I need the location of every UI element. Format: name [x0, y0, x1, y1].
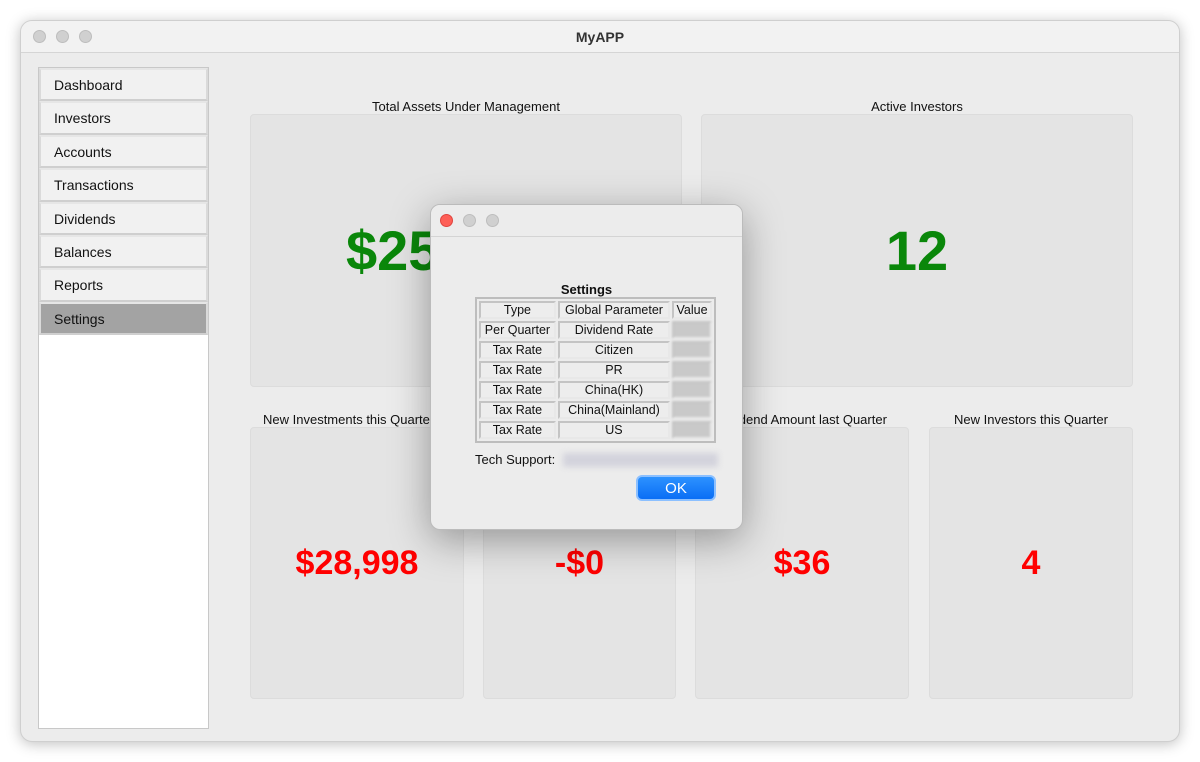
cell-parameter: US [557, 421, 671, 439]
cell-type: Tax Rate [479, 361, 556, 379]
sidebar-item-settings[interactable]: Settings [39, 301, 208, 336]
sidebar-item-balances[interactable]: Balances [39, 234, 208, 269]
total-assets-value: $25 [346, 219, 440, 282]
ok-button[interactable]: OK [636, 475, 716, 501]
tech-support-label: Tech Support: [475, 452, 556, 467]
new-investments-value: $28,998 [295, 543, 419, 582]
settings-table: Type Global Parameter Value Per Quarter D… [475, 297, 716, 443]
cell-parameter: China(Mainland) [557, 401, 671, 419]
cell-value-redacted[interactable] [672, 361, 712, 379]
new-investors-card: 4 [929, 427, 1133, 699]
sidebar-item-dashboard[interactable]: Dashboard [39, 68, 208, 102]
active-investors-card: 12 [701, 114, 1133, 387]
dialog-title-bar [431, 205, 742, 237]
new-investors-label: New Investors this Quarter [954, 412, 1108, 427]
dialog-zoom-button[interactable] [486, 214, 499, 227]
sidebar-item-dividends[interactable]: Dividends [39, 201, 208, 235]
total-assets-label: Total Assets Under Management [372, 99, 560, 114]
table-row: Tax Rate US [479, 421, 712, 439]
header-global-parameter: Global Parameter [557, 301, 671, 319]
header-type: Type [479, 301, 556, 319]
dividend-amount-value: $36 [773, 543, 831, 582]
cell-value-redacted[interactable] [672, 381, 712, 399]
sidebar-item-accounts[interactable]: Accounts [39, 134, 208, 169]
table-row: Tax Rate China(HK) [479, 381, 712, 399]
dialog-close-button[interactable] [440, 214, 453, 227]
new-investors-value: 4 [1021, 543, 1041, 582]
settings-dialog: Settings Type Global Parameter Value Per… [430, 204, 743, 530]
cell-type: Tax Rate [479, 421, 556, 439]
cell-parameter: China(HK) [557, 381, 671, 399]
table-row: Per Quarter Dividend Rate [479, 321, 712, 339]
window-title: MyAPP [575, 29, 625, 45]
third-card-value: -$0 [554, 543, 605, 582]
cell-type: Tax Rate [479, 401, 556, 419]
title-bar: MyAPP [21, 21, 1179, 53]
cell-value-redacted[interactable] [672, 321, 712, 339]
cell-type: Per Quarter [479, 321, 556, 339]
table-row: Tax Rate PR [479, 361, 712, 379]
sidebar-item-investors[interactable]: Investors [39, 101, 208, 135]
cell-parameter: Dividend Rate [557, 321, 671, 339]
cell-type: Tax Rate [479, 381, 556, 399]
cell-value-redacted[interactable] [672, 421, 712, 439]
cell-type: Tax Rate [479, 341, 556, 359]
cell-value-redacted[interactable] [672, 401, 712, 419]
cell-parameter: Citizen [557, 341, 671, 359]
table-header-row: Type Global Parameter Value [479, 301, 712, 319]
active-investors-label: Active Investors [871, 99, 963, 114]
sidebar-item-reports[interactable]: Reports [39, 268, 208, 302]
sidebar-item-transactions[interactable]: Transactions [39, 168, 208, 202]
settings-title: Settings [560, 282, 613, 297]
sidebar: Dashboard Investors Accounts Transaction… [38, 67, 209, 729]
cell-parameter: PR [557, 361, 671, 379]
table-row: Tax Rate Citizen [479, 341, 712, 359]
table-row: Tax Rate China(Mainland) [479, 401, 712, 419]
header-value: Value [672, 301, 712, 319]
cell-value-redacted[interactable] [672, 341, 712, 359]
dialog-minimize-button[interactable] [463, 214, 476, 227]
active-investors-value: 12 [885, 219, 949, 282]
tech-support-value-redacted [563, 453, 718, 467]
